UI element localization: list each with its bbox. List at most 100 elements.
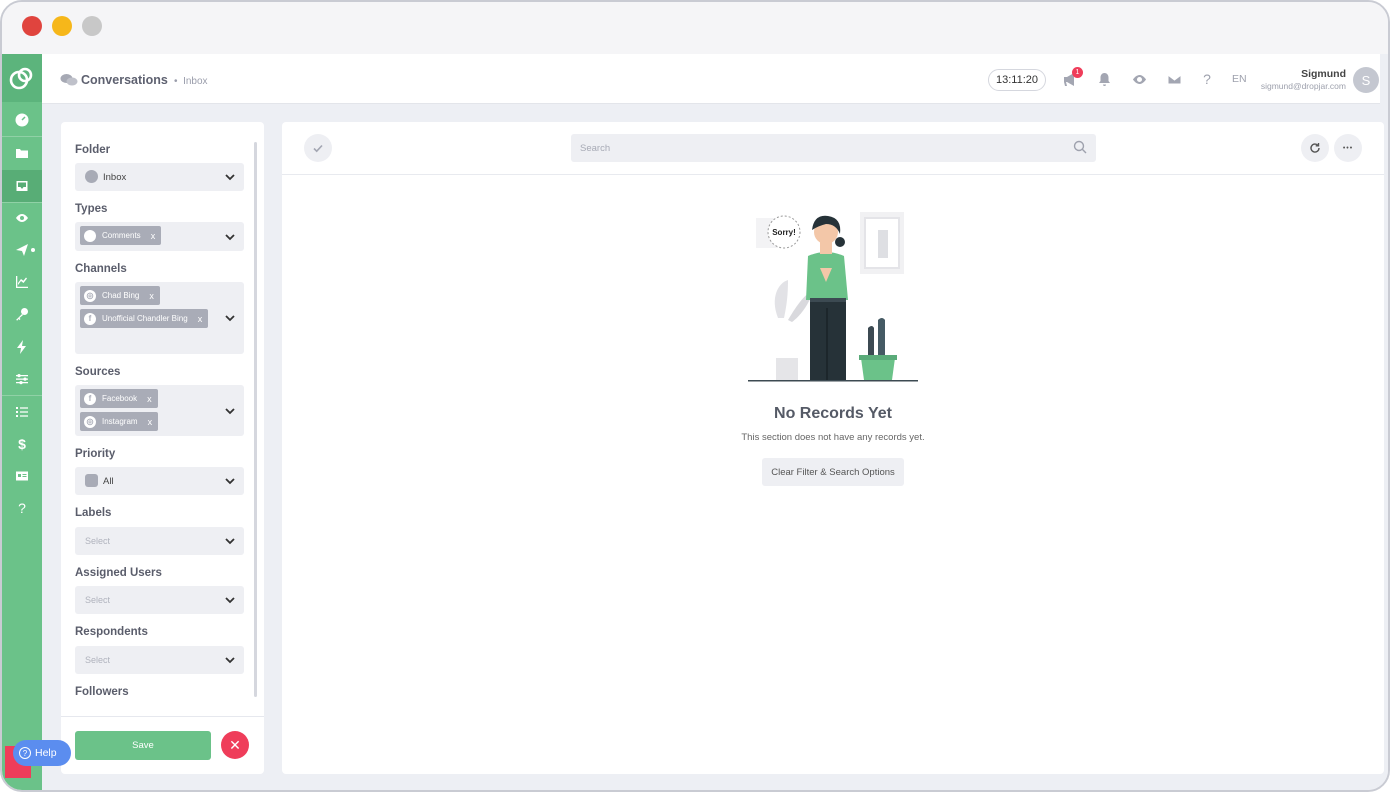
- instagram-icon: ◎: [84, 415, 96, 428]
- window-maximize-button[interactable]: [82, 16, 102, 36]
- chip-remove-button[interactable]: x: [147, 394, 152, 404]
- user-email: sigmund@dropjar.com: [1260, 81, 1346, 91]
- window-titlebar: [2, 2, 1388, 54]
- select-all-button[interactable]: [304, 134, 332, 162]
- sidebar-item-publish[interactable]: [2, 234, 42, 266]
- chevron-down-icon: [225, 597, 235, 604]
- sidebar-item-contacts[interactable]: [2, 460, 42, 492]
- sidebar-item-analytics[interactable]: [2, 266, 42, 298]
- help-button-top[interactable]: ?: [1198, 70, 1216, 88]
- sidebar-item-help[interactable]: ?: [2, 492, 42, 524]
- conversations-icon: [60, 74, 78, 86]
- sidebar-item-keys[interactable]: [2, 298, 42, 330]
- chip-unofficial-chandler-bing: f Unofficial Chandler Bing x: [80, 309, 209, 328]
- notification-badge: 1: [1072, 67, 1083, 78]
- page-title: Conversations: [81, 73, 168, 87]
- chip-remove-button[interactable]: x: [198, 314, 203, 324]
- types-select[interactable]: Comments x: [75, 222, 244, 251]
- respondents-select[interactable]: Select: [75, 646, 244, 674]
- facebook-icon: f: [84, 392, 96, 405]
- sidebar: $ ?: [2, 54, 42, 790]
- filter-scrollbar[interactable]: [254, 142, 257, 697]
- empty-state-illustration: Sorry!: [748, 212, 918, 382]
- sidebar-item-monitor[interactable]: [2, 202, 42, 234]
- search-icon[interactable]: [1073, 140, 1087, 154]
- dropjar-logo[interactable]: [2, 54, 42, 102]
- refresh-icon: [1310, 143, 1320, 153]
- folder-icon: [16, 149, 28, 158]
- chip-facebook: f Facebook x: [80, 389, 158, 408]
- more-options-button[interactable]: •••: [1334, 134, 1362, 162]
- sidebar-item-automation[interactable]: [2, 331, 42, 363]
- chevron-down-icon: [225, 657, 235, 664]
- priority-select[interactable]: All: [75, 467, 244, 495]
- labels-select[interactable]: Select: [75, 527, 244, 555]
- avatar[interactable]: S: [1353, 67, 1379, 93]
- question-icon: ?: [1203, 71, 1211, 87]
- chip-chad-bing: ◎ Chad Bing x: [80, 286, 160, 305]
- sidebar-item-lists[interactable]: [2, 396, 42, 428]
- search-input[interactable]: [571, 134, 1096, 162]
- sidebar-item-dashboard[interactable]: [2, 104, 42, 136]
- chip-instagram: ◎ Instagram x: [80, 412, 159, 431]
- chart-icon: [16, 276, 28, 288]
- close-icon: ✕: [229, 736, 241, 753]
- empty-state-text: This section does not have any records y…: [741, 432, 925, 443]
- language-selector[interactable]: EN: [1232, 73, 1247, 85]
- window-close-button[interactable]: [22, 16, 42, 36]
- folder-select[interactable]: Inbox: [75, 163, 244, 191]
- assigned-users-placeholder: Select: [85, 595, 111, 605]
- breadcrumb[interactable]: • Inbox: [174, 76, 208, 87]
- chevron-down-icon: [225, 478, 235, 485]
- chip-remove-button[interactable]: x: [151, 231, 156, 241]
- app-window: $ ? Conversations • Inbox 13:11:20 1 ? E…: [0, 0, 1390, 792]
- chevron-down-icon: [225, 315, 235, 322]
- types-label: Types: [75, 203, 108, 215]
- channels-label: Channels: [75, 263, 127, 275]
- folder-value: Inbox: [103, 172, 127, 183]
- inbox-icon: [16, 181, 28, 191]
- instagram-icon: ◎: [84, 289, 96, 302]
- help-button[interactable]: ? Help: [13, 740, 71, 766]
- breadcrumb-inbox[interactable]: Inbox: [183, 76, 207, 87]
- clear-filter-button[interactable]: Clear Filter & Search Options: [762, 458, 904, 486]
- close-filter-button[interactable]: ✕: [221, 731, 249, 759]
- chevron-down-icon: [225, 174, 235, 181]
- eye-icon: [1132, 74, 1146, 84]
- dashboard-icon: [15, 113, 29, 127]
- window-minimize-button[interactable]: [52, 16, 72, 36]
- user-name[interactable]: Sigmund: [1301, 68, 1346, 80]
- dollar-icon: $: [18, 436, 26, 452]
- sidebar-item-settings[interactable]: [2, 363, 42, 395]
- sidebar-item-billing[interactable]: $: [2, 428, 42, 460]
- chevron-down-icon: [225, 408, 235, 415]
- refresh-button[interactable]: [1301, 134, 1329, 162]
- more-icon: •••: [1342, 144, 1354, 152]
- help-label: Help: [35, 747, 57, 759]
- chip-label: Chad Bing: [102, 291, 140, 300]
- save-button[interactable]: Save: [75, 731, 211, 760]
- list-icon: [16, 407, 28, 417]
- channels-select[interactable]: ◎ Chad Bing x f Unofficial Chandler Bing…: [75, 282, 244, 354]
- sidebar-item-inbox[interactable]: [2, 170, 42, 202]
- filter-scroll-area: Folder Inbox Types Comments x Channels ◎…: [61, 122, 264, 716]
- chip-remove-button[interactable]: x: [149, 291, 154, 301]
- facebook-icon: f: [84, 312, 96, 325]
- assigned-users-select[interactable]: Select: [75, 586, 244, 614]
- sidebar-item-folders[interactable]: [2, 137, 42, 169]
- messages-button[interactable]: [1165, 70, 1183, 88]
- send-indicator-dot: [31, 248, 35, 252]
- respondents-label: Respondents: [75, 626, 148, 638]
- send-icon: [16, 244, 28, 256]
- bookmark-icon: [85, 474, 98, 487]
- chip-label: Comments: [102, 231, 141, 240]
- top-bar: Conversations • Inbox 13:11:20 1 ? EN Si…: [42, 54, 1380, 104]
- assigned-users-label: Assigned Users: [75, 567, 162, 579]
- chip-remove-button[interactable]: x: [148, 417, 153, 427]
- labels-placeholder: Select: [85, 536, 111, 546]
- sources-select[interactable]: f Facebook x ◎ Instagram x: [75, 385, 244, 436]
- monitor-button[interactable]: [1130, 70, 1148, 88]
- notifications-button[interactable]: [1095, 70, 1113, 88]
- bolt-icon: [17, 340, 26, 354]
- question-icon: ?: [19, 747, 31, 759]
